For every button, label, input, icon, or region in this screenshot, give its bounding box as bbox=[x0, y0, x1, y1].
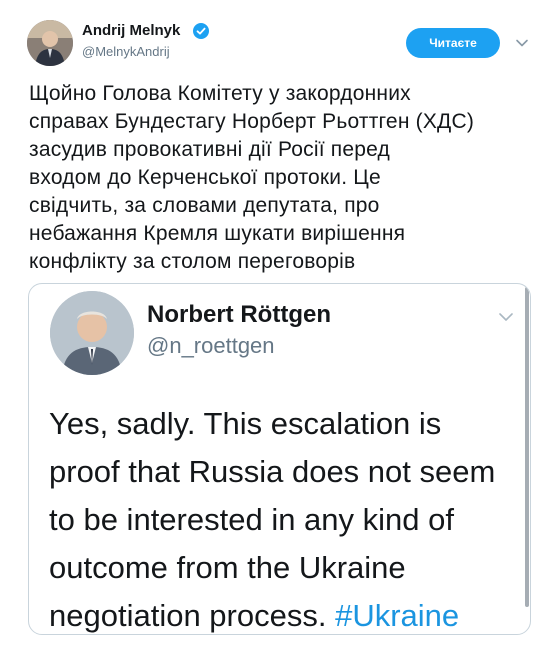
scrollbar[interactable] bbox=[525, 287, 529, 607]
quoted-author-handle[interactable]: @n_roettgen bbox=[147, 333, 275, 359]
author-name[interactable]: Andrij Melnyk bbox=[82, 22, 180, 39]
author-handle[interactable]: @MelnykAndrij bbox=[82, 44, 170, 59]
tweet: Andrij Melnyk @MelnykAndrij Читаєте Щойн… bbox=[0, 0, 556, 652]
verified-badge-icon bbox=[193, 23, 209, 39]
quoted-author-name[interactable]: Norbert Röttgen bbox=[147, 301, 331, 329]
quoted-tweet-text: Yes, sadly. This escalation is proof tha… bbox=[49, 400, 517, 634]
chevron-down-icon[interactable] bbox=[515, 36, 529, 50]
following-button[interactable]: Читаєте bbox=[406, 28, 500, 58]
author-avatar[interactable] bbox=[27, 20, 73, 66]
quoted-tweet-card[interactable]: Norbert Röttgen @n_roettgen Yes, sadly. … bbox=[28, 283, 531, 635]
quoted-author-avatar[interactable] bbox=[50, 291, 134, 375]
chevron-down-icon[interactable] bbox=[497, 310, 515, 324]
hashtag-link[interactable]: #Ukraine bbox=[335, 598, 459, 633]
tweet-text: Щойно Голова Комітету у закордонних спра… bbox=[29, 82, 475, 273]
